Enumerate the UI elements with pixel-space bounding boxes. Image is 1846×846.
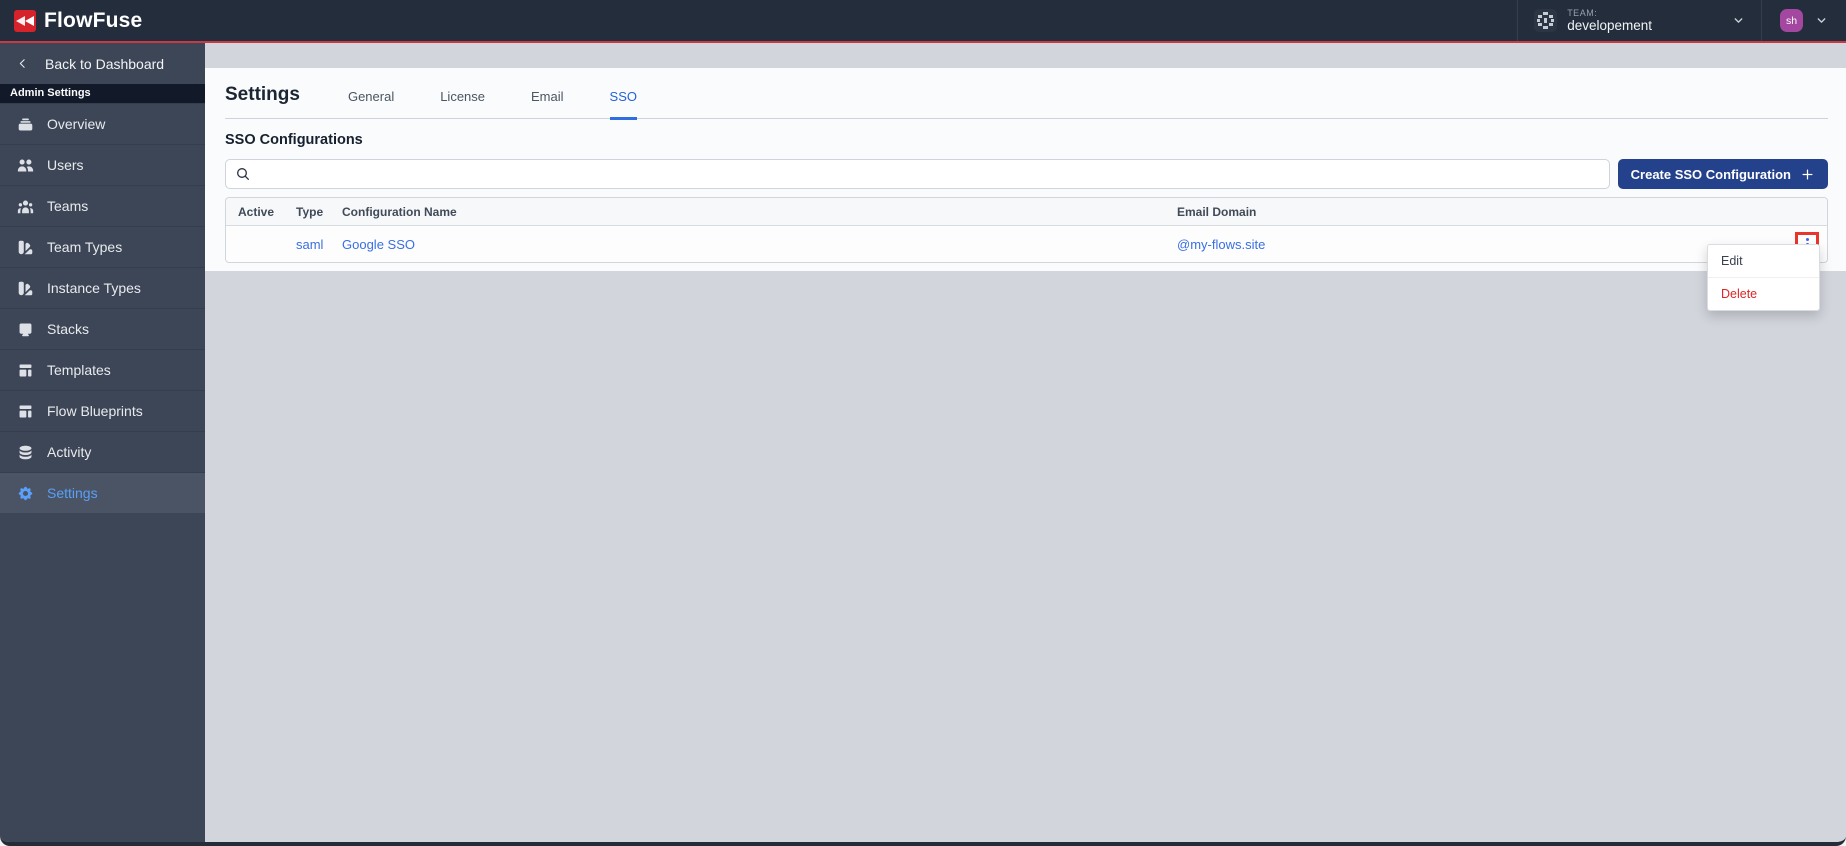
chevron-down-icon (1817, 18, 1826, 23)
sidebar-item-label: Teams (47, 198, 89, 214)
sidebar-item-users[interactable]: Users (0, 144, 205, 185)
team-identicon (1534, 9, 1558, 32)
cell-configuration-name[interactable]: Google SSO (330, 237, 1165, 252)
team-types-icon (18, 240, 33, 254)
top-navbar: FlowFuse TEAM: developement sh (0, 0, 1846, 43)
team-selector[interactable]: TEAM: developement (1517, 0, 1762, 41)
flowfuse-logo[interactable]: FlowFuse (0, 9, 156, 33)
section-title: SSO Configurations (225, 132, 363, 148)
context-menu-item-delete[interactable]: Delete (1708, 277, 1819, 310)
sidebar-item-templates[interactable]: Templates (0, 349, 205, 390)
back-to-dashboard[interactable]: Back to Dashboard (0, 43, 205, 84)
back-to-dashboard-label: Back to Dashboard (45, 55, 165, 72)
team-name: developement (1567, 17, 1652, 33)
search-input[interactable] (258, 166, 1600, 182)
templates-icon (19, 364, 32, 376)
tab-general[interactable]: General (348, 89, 394, 118)
sidebar-item-label: Team Types (47, 239, 123, 255)
sidebar-item-label: Flow Blueprints (47, 403, 143, 419)
app-window: FlowFuse TEAM: developement sh Back to D… (0, 0, 1846, 846)
brand-name: FlowFuse (44, 8, 143, 32)
page-title: Settings (225, 84, 300, 105)
sso-controls: Create SSO Configuration (225, 159, 1828, 189)
overview-icon (18, 118, 33, 130)
sidebar-item-label: Templates (47, 362, 111, 378)
column-header-active: Active (238, 204, 275, 219)
table-row[interactable]: saml Google SSO @my-flows.site (226, 226, 1827, 262)
plus-icon (1802, 169, 1813, 179)
sidebar-item-label: Users (47, 157, 84, 173)
sidebar-item-label: Settings (47, 485, 98, 501)
settings-icon (18, 486, 33, 500)
chevron-left-icon (19, 59, 25, 68)
cell-email-domain[interactable]: @my-flows.site (1165, 237, 1763, 252)
sidebar-item-team-types[interactable]: Team Types (0, 226, 205, 267)
main-content: Settings General License Email SSO SSO C… (205, 43, 1846, 842)
stacks-icon (19, 323, 32, 336)
row-context-menu: Edit Delete (1707, 244, 1820, 311)
team-label: TEAM: (1567, 7, 1598, 18)
settings-tabs: General License Email SSO (348, 89, 637, 120)
activity-icon (19, 445, 32, 459)
sidebar-item-flow-blueprints[interactable]: Flow Blueprints (0, 390, 205, 431)
column-header-configuration-name: Configuration Name (342, 204, 457, 219)
context-menu-item-edit[interactable]: Edit (1708, 245, 1819, 277)
admin-sidebar: Back to Dashboard Admin Settings Overvie… (0, 43, 205, 842)
sidebar-item-overview[interactable]: Overview (0, 103, 205, 144)
sidebar-item-stacks[interactable]: Stacks (0, 308, 205, 349)
sidebar-item-label: Instance Types (47, 280, 141, 296)
sso-configurations-table: Active Type Configuration Name Email Dom… (225, 197, 1828, 263)
avatar[interactable]: sh (1780, 9, 1803, 32)
flow-blueprints-icon (19, 405, 32, 417)
tab-license[interactable]: License (440, 89, 485, 118)
create-sso-configuration-button[interactable]: Create SSO Configuration (1617, 159, 1828, 189)
sidebar-item-activity[interactable]: Activity (0, 431, 205, 472)
search-box[interactable] (225, 159, 1610, 189)
search-icon (237, 168, 249, 180)
chevron-down-icon (1734, 18, 1743, 23)
sidebar-item-label: Overview (47, 116, 106, 132)
sidebar-item-label: Activity (47, 444, 92, 460)
cell-type[interactable]: saml (284, 237, 330, 252)
tab-email[interactable]: Email (531, 89, 564, 118)
sidebar-item-settings[interactable]: Settings (0, 472, 205, 513)
flowfuse-logo-icon (14, 9, 36, 32)
column-header-type: Type (296, 204, 324, 219)
user-menu[interactable]: sh (1762, 0, 1846, 41)
sidebar-item-label: Stacks (47, 321, 90, 337)
teams-icon (17, 200, 34, 213)
sidebar-item-teams[interactable]: Teams (0, 185, 205, 226)
users-icon (17, 159, 34, 171)
column-header-email-domain: Email Domain (1177, 204, 1257, 219)
sidebar-item-instance-types[interactable]: Instance Types (0, 267, 205, 308)
settings-panel: Settings General License Email SSO SSO C… (205, 68, 1846, 271)
create-sso-button-label: Create SSO Configuration (1630, 166, 1791, 182)
instance-types-icon (18, 281, 33, 295)
tab-sso[interactable]: SSO (609, 89, 637, 120)
settings-header: Settings General License Email SSO (225, 68, 1828, 120)
sidebar-section-label: Admin Settings (0, 84, 205, 103)
table-header-row: Active Type Configuration Name Email Dom… (226, 198, 1827, 226)
